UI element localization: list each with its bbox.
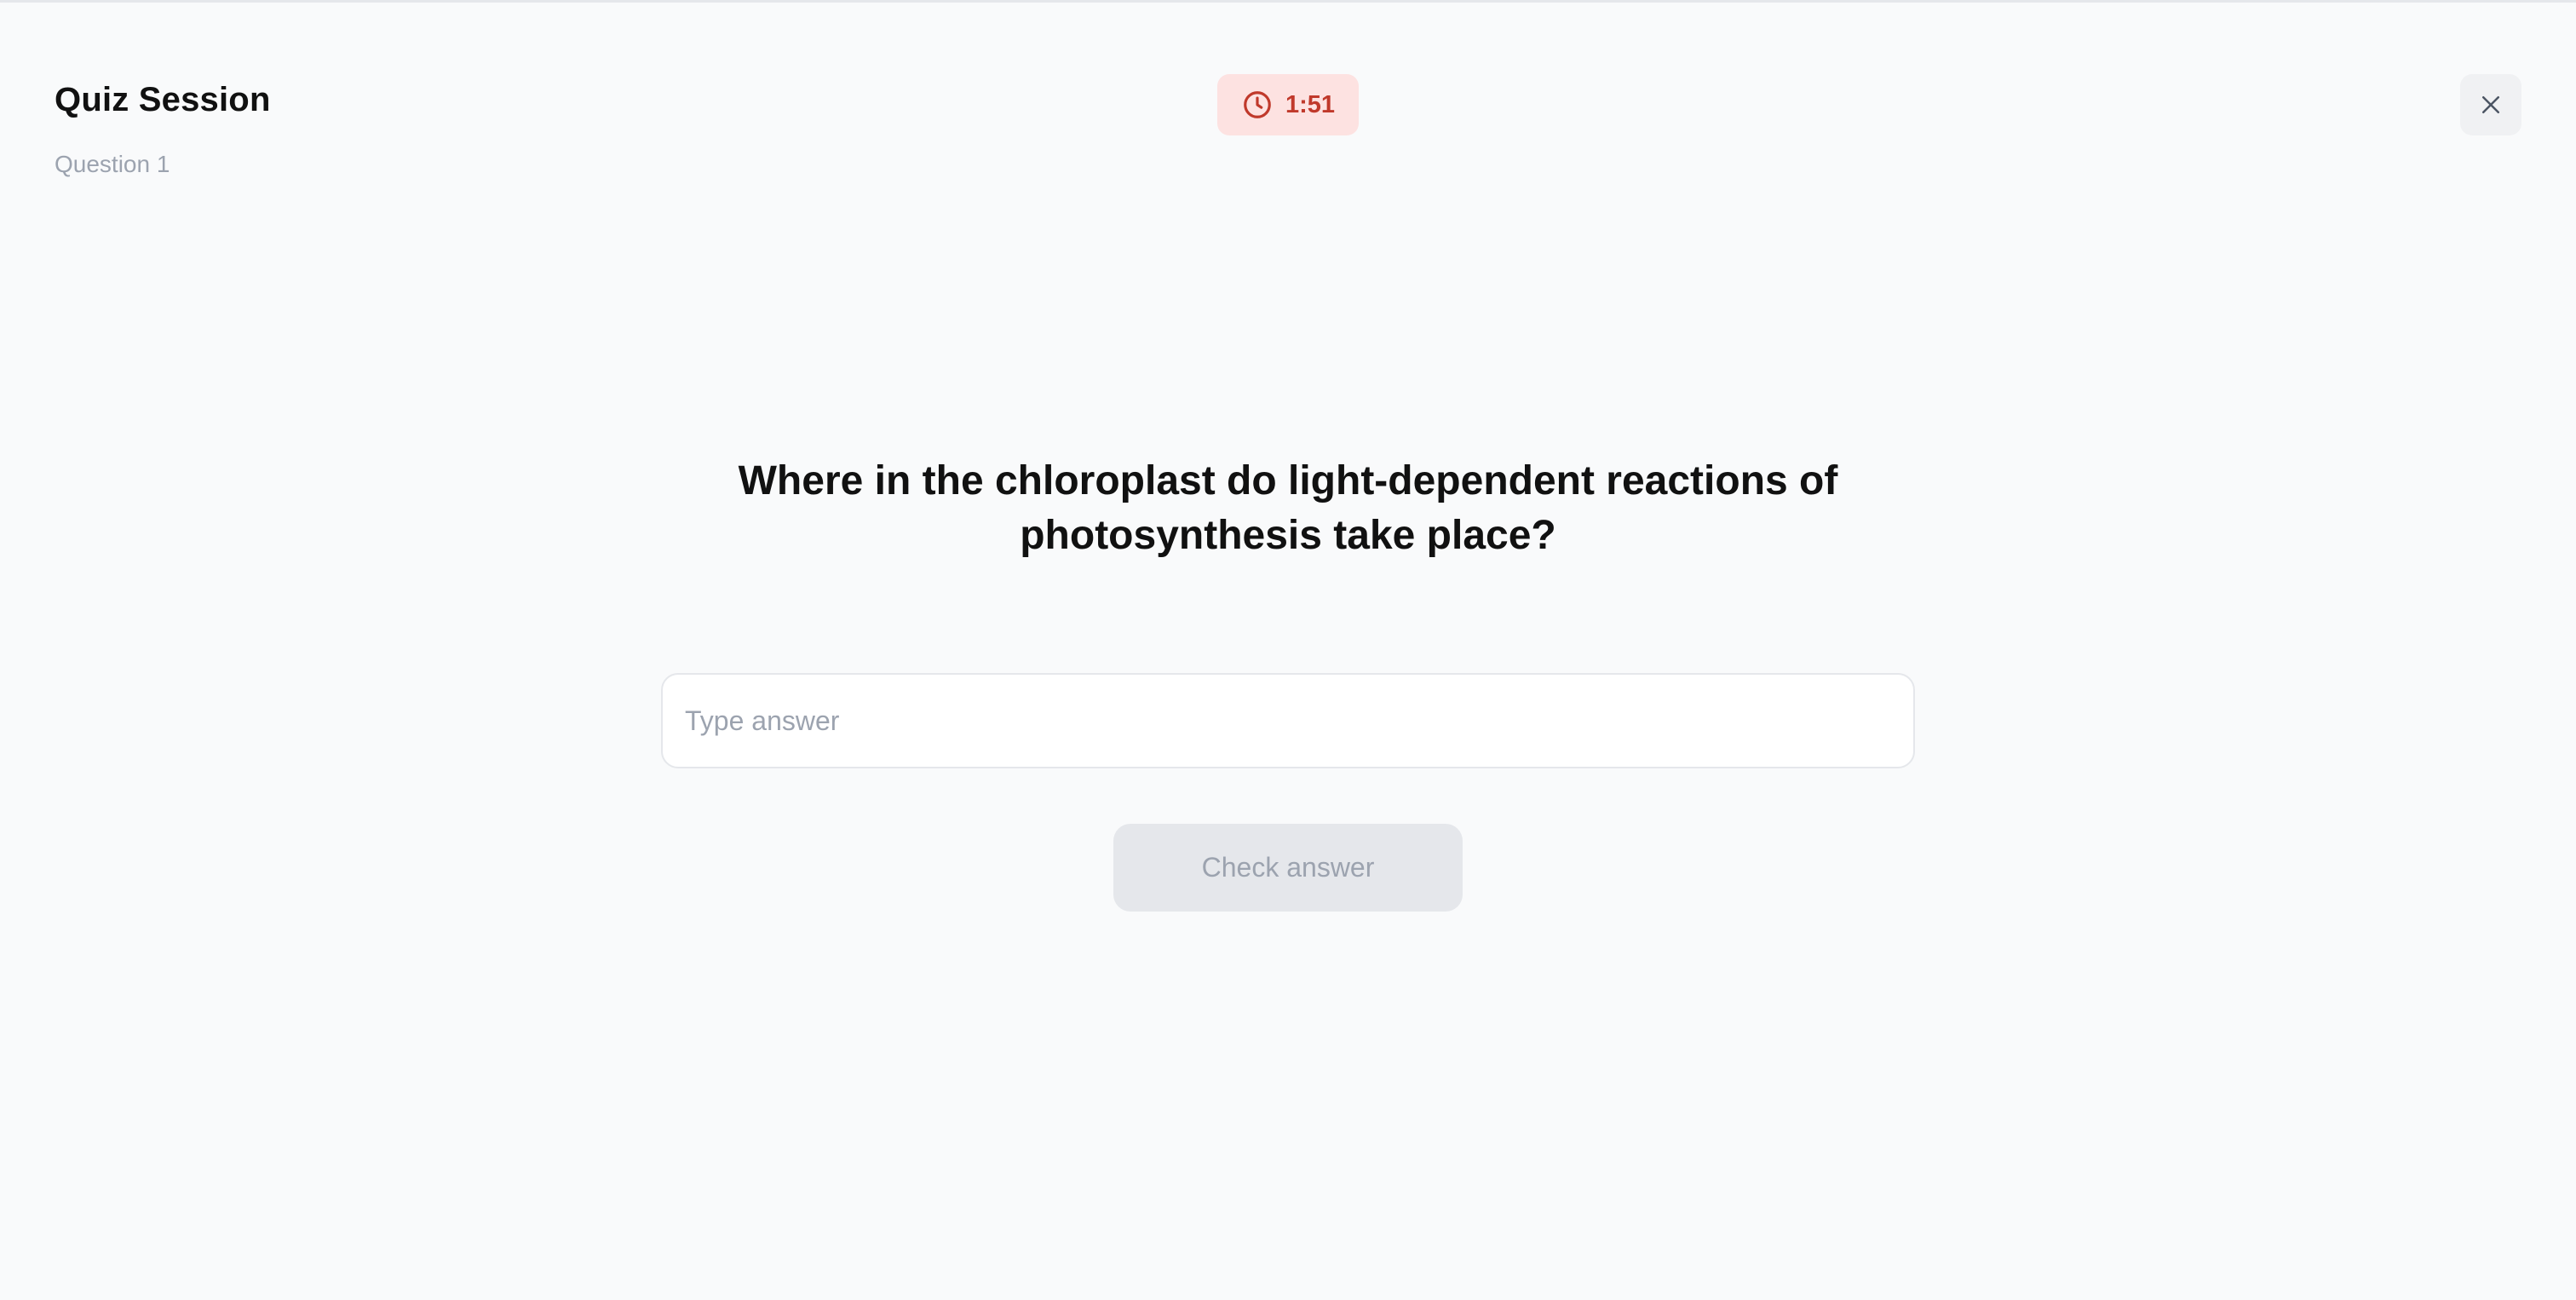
timer-value: 1:51 (1285, 90, 1336, 118)
clock-icon (1244, 91, 1271, 118)
quiz-page: Quiz Session Question 1 1:51 Where in th… (0, 0, 2576, 1300)
close-icon (2482, 96, 2499, 113)
close-button[interactable] (2460, 74, 2521, 135)
check-answer-button[interactable]: Check answer (1113, 824, 1463, 912)
question-counter: Question 1 (55, 151, 170, 177)
page-title: Quiz Session (55, 81, 271, 118)
timer-badge: 1:51 (1217, 74, 1359, 135)
question-text: Where in the chloroplast do light-depend… (738, 458, 1838, 558)
answer-input[interactable] (661, 673, 1915, 768)
